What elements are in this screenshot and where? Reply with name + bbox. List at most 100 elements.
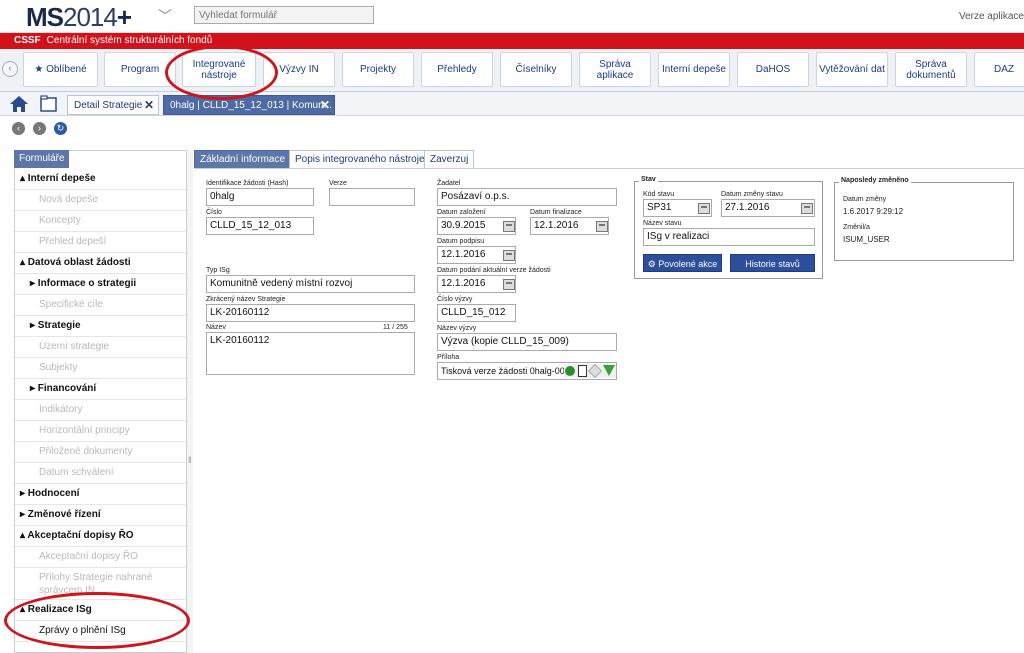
historie-stavu-button[interactable]: Historie stavů xyxy=(730,254,815,272)
chevron-down-icon[interactable]: ﹀ xyxy=(158,6,172,26)
zadatel-field[interactable]: Posázaví o.p.s. xyxy=(437,188,617,206)
nazev-stavu-field[interactable]: ISg v realizaci xyxy=(643,228,815,246)
nazev-label: Název xyxy=(206,324,226,331)
nav-sprava-dokumentu[interactable]: Správa dokumentů xyxy=(895,52,967,87)
sidebar-item[interactable]: ▸ Strategie xyxy=(15,316,186,337)
history-bar: ‹ › ↻ xyxy=(0,117,1024,139)
typ-field[interactable]: Komunitně vedený místní rozvoj xyxy=(206,275,415,293)
verze-label: Verze xyxy=(329,180,347,187)
document-icon[interactable] xyxy=(578,365,587,377)
refresh-icon[interactable]: ↻ xyxy=(54,122,67,135)
calendar-icon[interactable] xyxy=(503,279,515,290)
new-tab-icon[interactable] xyxy=(39,94,58,113)
sidebar-item[interactable]: Koncepty xyxy=(15,211,186,232)
list-icon[interactable] xyxy=(698,203,710,214)
nazev-stavu-label: Název stavu xyxy=(643,220,682,227)
nav-integrovane-nastroje[interactable]: Integrované nástroje xyxy=(182,52,256,87)
zmenil-label: Změnil/a xyxy=(843,224,870,231)
povolene-akce-button[interactable]: ⚙ Povolené akce xyxy=(643,254,722,272)
nav-oblibene[interactable]: ★ Oblíbené xyxy=(23,52,98,87)
sidebar-item[interactable]: Specifické cíle xyxy=(15,295,186,316)
zkraceny-nazev-field[interactable]: LK-20160112 xyxy=(206,304,415,322)
hash-field[interactable]: 0halg xyxy=(206,188,314,206)
calendar-icon[interactable] xyxy=(596,221,608,232)
forward-icon[interactable]: › xyxy=(33,122,46,135)
version-label: Verze aplikace xyxy=(958,11,1024,22)
nav-interni-depese[interactable]: Interní depeše xyxy=(658,52,730,87)
datum-finalizace-label: Datum finalizace xyxy=(530,209,582,216)
document-tabs: Detail Strategie ✕ 0halg | CLLD_15_12_013… xyxy=(0,92,1024,116)
nazev-textarea[interactable]: LK-20160112 xyxy=(206,332,415,375)
nav-vytezovani-dat[interactable]: Vytěžování dat xyxy=(816,52,888,87)
nazev-vyzvy-label: Název výzvy xyxy=(437,325,477,332)
close-icon[interactable]: ✕ xyxy=(320,96,330,115)
cislo-vyzvy-field[interactable]: CLLD_15_012 xyxy=(437,304,516,322)
button-label: Povolené akce xyxy=(658,259,718,269)
datum-podani-label: Datum podání aktuální verze žádosti xyxy=(437,267,551,274)
sidebar-item[interactable]: Území strategie xyxy=(15,337,186,358)
sidebar-item[interactable]: Akceptační dopisy ŘO xyxy=(15,547,186,568)
tab-zadost[interactable]: 0halg | CLLD_15_12_013 | Komun... ✕ xyxy=(163,95,335,115)
nav-daz[interactable]: DAZ xyxy=(974,52,1024,87)
nav-ciselniky[interactable]: Číselníky xyxy=(500,52,572,87)
sidebar-item[interactable]: Zprávy o plnění ISg xyxy=(15,621,186,642)
nav-prehledy[interactable]: Přehledy xyxy=(421,52,493,87)
sidebar-item[interactable]: Indikátory xyxy=(15,400,186,421)
nav-scroll-left-icon[interactable]: ‹ xyxy=(2,61,18,77)
main-nav: ‹ ★ Oblíbené Program Integrované nástroj… xyxy=(0,49,1024,92)
sidebar-item[interactable]: ▴ Akceptační dopisy ŘO xyxy=(15,526,186,547)
naposledy-title: Naposledy změněno xyxy=(839,177,911,184)
verze-field[interactable] xyxy=(329,188,415,206)
back-icon[interactable]: ‹ xyxy=(12,122,25,135)
home-icon[interactable] xyxy=(9,95,29,113)
sidebar-item[interactable]: ▴ Datová oblast žádosti xyxy=(15,253,186,274)
sidebar-item[interactable]: Subjekty xyxy=(15,358,186,379)
sidebar-item[interactable]: Přílohy Strategie nahrané správcem IN xyxy=(15,568,186,600)
sidebar-item[interactable]: ▴ Realizace ISg xyxy=(15,600,186,621)
zmenil-value: ISUM_USER xyxy=(843,235,890,244)
zkraceny-nazev-label: Zkrácený název Strategie xyxy=(206,296,286,303)
cislo-field[interactable]: CLLD_15_12_013 xyxy=(206,217,314,235)
sidebar-item[interactable]: ▸ Financování xyxy=(15,379,186,400)
tab-zaverzuj[interactable]: Zaverzuj xyxy=(424,150,475,169)
nav-projekty[interactable]: Projekty xyxy=(342,52,414,87)
sidebar-item[interactable]: Nová depeše xyxy=(15,190,186,211)
sidebar-item[interactable]: Přehled depeší xyxy=(15,232,186,253)
calendar-icon[interactable] xyxy=(503,221,515,232)
tab-detail-strategie[interactable]: Detail Strategie ✕ xyxy=(67,95,159,115)
sidebar-item[interactable]: Horizontální principy xyxy=(15,421,186,442)
calendar-icon[interactable] xyxy=(801,203,813,214)
sidebar-item[interactable]: ▸ Změnové řízení xyxy=(15,505,186,526)
top-bar: MS2014+ ﹀ Verze aplikace xyxy=(0,0,1024,33)
stav-title: Stav xyxy=(639,176,658,183)
sidebar-splitter[interactable]: ‖ xyxy=(187,150,193,653)
datum-podpisu-label: Datum podpisu xyxy=(437,238,485,245)
sign-icon[interactable] xyxy=(565,366,575,376)
system-banner: CSSF Centrální systém strukturálních fond… xyxy=(0,33,1024,49)
sidebar-item[interactable]: ▴ Interní depeše xyxy=(15,169,186,190)
sidebar-item[interactable]: Přiložené dokumenty xyxy=(15,442,186,463)
clip-icon[interactable] xyxy=(587,363,603,379)
nazev-char-count: 11 / 255 xyxy=(383,324,408,331)
sidebar-header[interactable]: Formuláře xyxy=(14,150,69,168)
calendar-icon[interactable] xyxy=(503,250,515,261)
search-input[interactable] xyxy=(194,6,374,24)
nazev-vyzvy-field[interactable]: Výzva (kopie CLLD_15_009) xyxy=(437,333,617,351)
sidebar-item[interactable]: ▸ Hodnocení xyxy=(15,484,186,505)
sidebar-item[interactable]: Datum schválení xyxy=(15,463,186,484)
app-logo[interactable]: MS2014+ xyxy=(26,2,132,33)
nav-dahos[interactable]: DaHOS xyxy=(737,52,809,87)
kod-stavu-label: Kód stavu xyxy=(643,191,675,198)
tab-popis-integrovaneho-nastroje[interactable]: Popis integrovaného nástroje xyxy=(289,150,431,169)
close-icon[interactable]: ✕ xyxy=(144,96,154,115)
tab-zakladni-informace[interactable]: Základní informace xyxy=(194,150,292,169)
priloha-actions xyxy=(564,363,616,379)
nav-program[interactable]: Program xyxy=(104,52,176,87)
tab-label: Detail Strategie xyxy=(74,100,143,111)
nav-sprava-aplikace[interactable]: Správa aplikace xyxy=(579,52,651,87)
priloha-label: Příloha xyxy=(437,354,460,361)
nav-vyzvy-in[interactable]: Výzvy IN xyxy=(263,52,335,87)
download-icon[interactable] xyxy=(603,365,615,376)
cislo-label: Číslo xyxy=(206,209,222,216)
sidebar-item[interactable]: ▸ Informace o strategii xyxy=(15,274,186,295)
